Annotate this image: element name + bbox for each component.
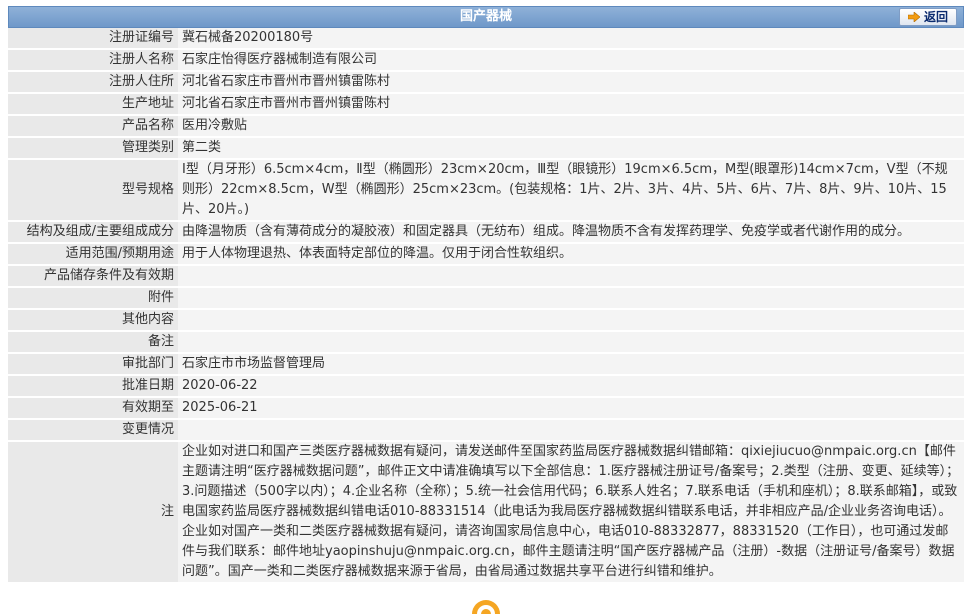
- field-value: 2020-06-22: [178, 375, 964, 398]
- table-row: 适用范围/预期用途 用于人体物理退热、体表面特定部位的降温。仅用于闭合性软组织。: [8, 243, 964, 266]
- table-row: 管理类别 第二类: [8, 137, 964, 160]
- field-label: 其他内容: [8, 309, 178, 332]
- arrow-right-icon: [907, 12, 920, 22]
- field-label: 型号规格: [8, 159, 178, 222]
- field-label: 结构及组成/主要组成成分: [8, 221, 178, 244]
- table-row: 批准日期 2020-06-22: [8, 375, 964, 398]
- field-label: 管理类别: [8, 137, 178, 160]
- field-value: 用于人体物理退热、体表面特定部位的降温。仅用于闭合性软组织。: [178, 243, 964, 266]
- field-label: 变更情况: [8, 419, 178, 442]
- back-button[interactable]: 返回: [899, 8, 957, 26]
- table-row: 生产地址 河北省石家庄市晋州市晋州镇雷陈村: [8, 93, 964, 116]
- back-button-label: 返回: [923, 10, 948, 24]
- table-row: 注册人名称 石家庄怡得医疗器械制造有限公司: [8, 49, 964, 72]
- field-value: 2025-06-21: [178, 397, 964, 420]
- field-value: [178, 287, 964, 310]
- page-title: 国产器械: [459, 9, 512, 24]
- field-value: 河北省石家庄市晋州市晋州镇雷陈村: [178, 93, 964, 116]
- table-row: 其他内容: [8, 309, 964, 332]
- table-row: 审批部门 石家庄市市场监督管理局: [8, 353, 964, 376]
- table-row: 产品储存条件及有效期: [8, 265, 964, 288]
- field-value: 石家庄怡得医疗器械制造有限公司: [178, 49, 964, 72]
- table-row: 附件: [8, 287, 964, 310]
- field-value: [178, 309, 964, 332]
- field-label: 生产地址: [8, 93, 178, 116]
- note-label: 注: [8, 441, 178, 584]
- note-value: 企业如对进口和国产三类医疗器械数据有疑问，请发送邮件至国家药监局医疗器械数据纠错…: [178, 441, 964, 584]
- table-row: 型号规格 Ⅰ型（月牙形）6.5cm×4cm，Ⅱ型（椭圆形）23cm×20cm，Ⅲ…: [8, 159, 964, 222]
- device-detail-panel: 国产器械 返回 注册证编号 冀石械备20200180号 注册人名称 石家庄怡得医…: [8, 6, 964, 584]
- field-value: 医用冷敷贴: [178, 115, 964, 138]
- table-row: 备注: [8, 331, 964, 354]
- field-label: 适用范围/预期用途: [8, 243, 178, 266]
- field-value: [178, 331, 964, 354]
- field-label: 注册人住所: [8, 71, 178, 94]
- field-value: 冀石械备20200180号: [178, 28, 964, 50]
- field-value: 由降温物质（含有薄荷成分的凝胶液）和固定器具（无纺布）组成。降温物质不含有发挥药…: [178, 221, 964, 244]
- table-row: 注册证编号 冀石械备20200180号: [8, 28, 964, 50]
- field-label: 产品储存条件及有效期: [8, 265, 178, 288]
- field-label: 附件: [8, 287, 178, 310]
- field-value: 石家庄市市场监督管理局: [178, 353, 964, 376]
- field-label: 产品名称: [8, 115, 178, 138]
- table-row: 结构及组成/主要组成成分 由降温物质（含有薄荷成分的凝胶液）和固定器具（无纺布）…: [8, 221, 964, 244]
- field-value: 第二类: [178, 137, 964, 160]
- panel-header: 国产器械 返回: [8, 6, 964, 28]
- field-value: [178, 265, 964, 288]
- field-label: 批准日期: [8, 375, 178, 398]
- table-row: 注 企业如对进口和国产三类医疗器械数据有疑问，请发送邮件至国家药监局医疗器械数据…: [8, 441, 964, 584]
- field-value: [178, 419, 964, 442]
- info-table: 注册证编号 冀石械备20200180号 注册人名称 石家庄怡得医疗器械制造有限公…: [8, 28, 964, 584]
- field-value: 河北省石家庄市晋州市晋州镇雷陈村: [178, 71, 964, 94]
- field-value: Ⅰ型（月牙形）6.5cm×4cm，Ⅱ型（椭圆形）23cm×20cm，Ⅲ型（眼镜形…: [178, 159, 964, 222]
- partial-logo-icon: [472, 600, 500, 614]
- field-label: 注册人名称: [8, 49, 178, 72]
- field-label: 注册证编号: [8, 28, 178, 50]
- field-label: 备注: [8, 331, 178, 354]
- field-label: 有效期至: [8, 397, 178, 420]
- table-row: 注册人住所 河北省石家庄市晋州市晋州镇雷陈村: [8, 71, 964, 94]
- table-row: 产品名称 医用冷敷贴: [8, 115, 964, 138]
- field-label: 审批部门: [8, 353, 178, 376]
- table-row: 变更情况: [8, 419, 964, 442]
- table-row: 有效期至 2025-06-21: [8, 397, 964, 420]
